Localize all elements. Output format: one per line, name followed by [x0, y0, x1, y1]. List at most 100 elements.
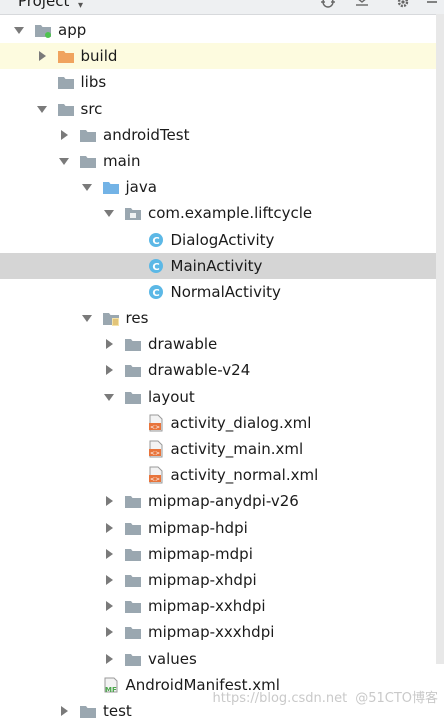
- collapsed-arrow-icon[interactable]: [102, 593, 116, 619]
- tree-row[interactable]: res: [0, 305, 444, 331]
- folder-icon: [124, 571, 142, 589]
- tree-row[interactable]: java: [0, 174, 444, 200]
- tree-row[interactable]: C MainActivity: [0, 252, 444, 279]
- collapsed-arrow-icon[interactable]: [57, 122, 71, 148]
- class-icon: C: [147, 283, 165, 301]
- svg-text:<>: <>: [149, 476, 159, 483]
- tree-row[interactable]: C DialogActivity: [0, 227, 444, 253]
- tree-item-label: mipmap-mdpi: [148, 544, 253, 563]
- collapsed-arrow-icon[interactable]: [102, 488, 116, 514]
- tree-row[interactable]: main: [0, 148, 444, 174]
- class-icon: C: [147, 231, 165, 249]
- tree-item-label: drawable: [148, 335, 218, 354]
- tree-item-label: main: [103, 151, 141, 170]
- expanded-arrow-icon[interactable]: [102, 200, 116, 226]
- hide-panel-icon[interactable]: [424, 0, 440, 10]
- expanded-arrow-icon[interactable]: [57, 148, 71, 174]
- manifest-icon: MF: [102, 676, 120, 694]
- tree-row[interactable]: <> activity_normal.xml: [0, 462, 444, 488]
- expanded-arrow-icon[interactable]: [80, 305, 94, 331]
- tree-row[interactable]: drawable: [0, 331, 444, 357]
- expanded-arrow-icon[interactable]: [80, 174, 94, 200]
- collapsed-arrow-icon[interactable]: [102, 567, 116, 593]
- collapsed-arrow-icon[interactable]: [102, 515, 116, 541]
- collapsed-arrow-icon[interactable]: [102, 646, 116, 672]
- folder-icon: [79, 126, 97, 144]
- folder-icon: [124, 361, 142, 379]
- tree-item-label: mipmap-hdpi: [148, 518, 248, 537]
- collapsed-arrow-icon[interactable]: [102, 541, 116, 567]
- watermark-brand: @51CTO博客: [355, 691, 438, 706]
- tree-row[interactable]: <> activity_dialog.xml: [0, 410, 444, 436]
- collapse-all-icon[interactable]: [354, 0, 370, 10]
- tree-row[interactable]: layout: [0, 384, 444, 410]
- tree-row[interactable]: mipmap-anydpi-v26: [0, 488, 444, 514]
- tree-row[interactable]: C NormalActivity: [0, 279, 444, 305]
- folder-icon: [57, 100, 75, 118]
- tree-row[interactable]: drawable-v24: [0, 357, 444, 383]
- tree-item-label: MainActivity: [170, 256, 263, 275]
- settings-gear-icon[interactable]: [395, 0, 411, 10]
- tree-row[interactable]: app: [0, 17, 444, 43]
- build-folder-icon: [57, 47, 75, 65]
- folder-icon: [124, 388, 142, 406]
- svg-text:C: C: [152, 288, 159, 299]
- tree-item-label: mipmap-anydpi-v26: [148, 492, 299, 511]
- tree-item-label: activity_normal.xml: [170, 466, 319, 485]
- svg-text:<>: <>: [149, 424, 159, 431]
- folder-icon: [79, 152, 97, 170]
- collapsed-arrow-icon[interactable]: [35, 43, 49, 69]
- tree-item-label: test: [103, 701, 132, 720]
- folder-icon: [57, 73, 75, 91]
- tree-row[interactable]: src: [0, 96, 444, 122]
- project-view-title[interactable]: Project: [18, 0, 69, 10]
- tree-row[interactable]: values: [0, 646, 444, 672]
- tree-item-label: mipmap-xhdpi: [148, 570, 257, 589]
- tree-row[interactable]: com.example.liftcycle: [0, 200, 444, 226]
- project-tree: app build libs src androidTest main java com.ex…: [0, 17, 444, 724]
- tree-row[interactable]: build: [0, 43, 444, 70]
- vertical-scrollbar[interactable]: [436, 14, 444, 664]
- tree-row[interactable]: <> activity_main.xml: [0, 436, 444, 462]
- tree-row[interactable]: mipmap-mdpi: [0, 541, 444, 567]
- tree-row[interactable]: androidTest: [0, 122, 444, 148]
- svg-text:C: C: [152, 262, 159, 273]
- tree-row[interactable]: mipmap-xxhdpi: [0, 593, 444, 619]
- project-toolbar: Project ▾: [0, 0, 444, 15]
- collapsed-arrow-icon[interactable]: [57, 698, 71, 724]
- folder-icon: [124, 545, 142, 563]
- expanded-arrow-icon[interactable]: [102, 384, 116, 410]
- layout-xml-icon: <>: [147, 466, 165, 484]
- tree-item-label: libs: [80, 73, 107, 92]
- module-folder-icon: [34, 21, 52, 39]
- tree-item-label: DialogActivity: [170, 230, 275, 249]
- view-selector-chevron-icon[interactable]: ▾: [78, 0, 83, 11]
- tree-row[interactable]: mipmap-xxxhdpi: [0, 619, 444, 645]
- tree-row[interactable]: libs: [0, 69, 444, 95]
- expanded-arrow-icon[interactable]: [35, 96, 49, 122]
- watermark-url: https://blog.csdn.net: [212, 691, 348, 706]
- class-icon: C: [147, 257, 165, 275]
- tree-row[interactable]: mipmap-xhdpi: [0, 567, 444, 593]
- tree-item-label: res: [125, 309, 149, 328]
- tree-item-label: layout: [148, 387, 195, 406]
- collapsed-arrow-icon[interactable]: [102, 619, 116, 645]
- folder-icon: [124, 519, 142, 537]
- package-icon: [124, 204, 142, 222]
- folder-icon: [124, 650, 142, 668]
- folder-icon: [124, 597, 142, 615]
- tree-row[interactable]: mipmap-hdpi: [0, 515, 444, 541]
- layout-xml-icon: <>: [147, 414, 165, 432]
- tree-item-label: values: [148, 649, 197, 668]
- folder-icon: [124, 335, 142, 353]
- tree-item-label: drawable-v24: [148, 361, 251, 380]
- tree-item-label: java: [125, 178, 157, 197]
- collapsed-arrow-icon[interactable]: [102, 357, 116, 383]
- layout-xml-icon: <>: [147, 440, 165, 458]
- folder-icon: [124, 492, 142, 510]
- svg-text:<>: <>: [149, 450, 159, 457]
- locate-target-icon[interactable]: [320, 0, 336, 10]
- svg-text:MF: MF: [105, 686, 117, 693]
- collapsed-arrow-icon[interactable]: [102, 331, 116, 357]
- expanded-arrow-icon[interactable]: [12, 17, 26, 43]
